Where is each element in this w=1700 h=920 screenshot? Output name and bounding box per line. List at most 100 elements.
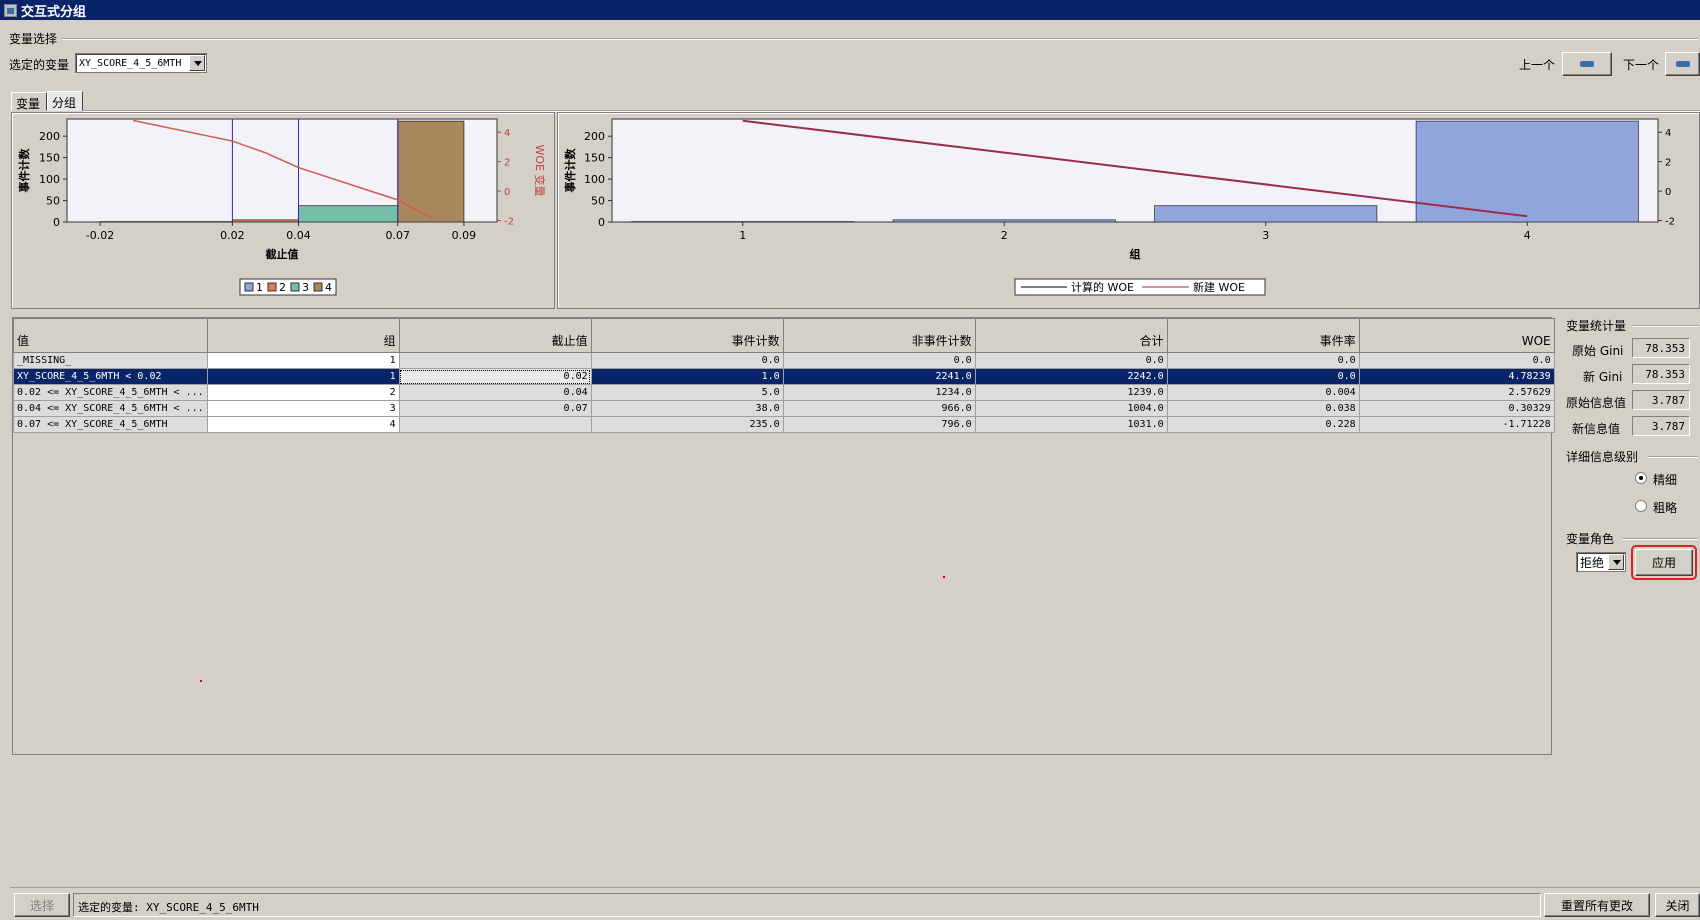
cell-event-rate: 0.004: [1166, 384, 1360, 401]
chevron-down-icon[interactable]: [189, 55, 205, 71]
cell-cutoff[interactable]: 0.02: [398, 368, 592, 385]
cell-group[interactable]: 4: [206, 416, 400, 433]
tab-grouping[interactable]: 分组: [47, 91, 83, 111]
status-bar: 选择 选定的变量: XY_SCORE_4_5_6MTH 重置所有更改 关闭: [0, 893, 1700, 920]
cell-cutoff[interactable]: 0.04: [398, 384, 592, 401]
x-tick-label: 1: [739, 229, 746, 242]
tab-variable-label: 变量: [16, 97, 41, 111]
cell-woe: -1.71228: [1358, 416, 1555, 433]
table-row[interactable]: 0.07 <= XY_SCORE_4_5_6MTH 4 235.0 796.0 …: [13, 416, 1555, 433]
x-tick-label: 0.02: [220, 229, 245, 242]
cell-group[interactable]: 1: [206, 368, 400, 385]
col-header-woe[interactable]: WOE: [1358, 318, 1555, 353]
status-selected-variable: 选定的变量: XY_SCORE_4_5_6MTH: [78, 901, 259, 914]
coarse-radio-label[interactable]: 粗略: [1653, 499, 1677, 516]
cell-group[interactable]: 3: [206, 400, 400, 417]
col-header-group[interactable]: 组: [206, 318, 400, 353]
apply-button-label: 应用: [1651, 556, 1676, 570]
x-tick-label: 2: [1001, 229, 1008, 242]
legend-swatch: [313, 282, 323, 292]
cell-value[interactable]: 0.04 <= XY_SCORE_4_5_6MTH < ...: [13, 400, 208, 417]
col-header-value[interactable]: 值: [13, 318, 208, 353]
coarse-radio[interactable]: [1635, 500, 1647, 512]
close-button[interactable]: 关闭: [1655, 893, 1700, 917]
x-axis-label: 截止值: [266, 247, 299, 261]
table-row[interactable]: _MISSING_ 1 0.0 0.0 0.0 0.0 0.0: [13, 352, 1555, 369]
y-tick-label: 200: [584, 130, 605, 143]
x-tick-label: 4: [1524, 229, 1531, 242]
red-dot-mark: [200, 680, 202, 682]
table-row-selected[interactable]: XY_SCORE_4_5_6MTH < 0.02 1 0.02 1.0 2241…: [13, 368, 1555, 385]
prev-button[interactable]: [1562, 52, 1612, 76]
cell-cutoff[interactable]: [398, 352, 592, 369]
fine-radio[interactable]: [1635, 472, 1647, 484]
x-tick-label: 3: [1262, 229, 1269, 242]
orig-iv-value: 3.787: [1632, 390, 1690, 410]
col-header-total[interactable]: 合计: [974, 318, 1168, 353]
cell-total: 2242.0: [974, 368, 1168, 385]
col-header-cutoff[interactable]: 截止值: [398, 318, 592, 353]
status-text-field: 选定的变量: XY_SCORE_4_5_6MTH: [73, 893, 1541, 917]
col-header-nonevent-count[interactable]: 非事件计数: [782, 318, 976, 353]
cell-value[interactable]: 0.07 <= XY_SCORE_4_5_6MTH: [13, 416, 208, 433]
table-row[interactable]: 0.04 <= XY_SCORE_4_5_6MTH < ... 3 0.07 3…: [13, 400, 1555, 417]
orig-iv-label: 原始信息值: [1566, 396, 1627, 410]
reset-all-button[interactable]: 重置所有更改: [1544, 893, 1650, 917]
cell-group[interactable]: 1: [206, 352, 400, 369]
y2-tick-label: -2: [1665, 217, 1675, 228]
legend-label: 计算的 WOE: [1071, 280, 1134, 294]
legend-label: 2: [279, 281, 286, 294]
role-select[interactable]: 拒绝: [1576, 552, 1626, 572]
legend-swatch: [244, 282, 254, 292]
y-tick-label: 100: [39, 173, 60, 186]
cell-nonevent-count: 0.0: [782, 352, 976, 369]
next-button[interactable]: [1665, 52, 1700, 76]
tab-grouping-label: 分组: [52, 96, 77, 110]
legend-label: 3: [302, 281, 309, 294]
group-chart: 0 50 100 150 200 -2 0 2 4 1 2 3 4 组 事件计数计算的 WOE 新建 WOE: [563, 118, 1675, 296]
legend-swatch: [290, 282, 300, 292]
y-axis-label: 事件计数: [563, 148, 577, 193]
cell-value[interactable]: 0.02 <= XY_SCORE_4_5_6MTH < ...: [13, 384, 208, 401]
variable-select[interactable]: XY_SCORE_4_5_6MTH: [75, 53, 207, 73]
tab-variable[interactable]: 变量: [11, 92, 47, 111]
lower-empty-area: [10, 755, 1700, 888]
cell-event-rate: 0.0: [1166, 368, 1360, 385]
col-header-event-count[interactable]: 事件计数: [590, 318, 784, 353]
y-tick-label: 50: [46, 195, 60, 208]
next-label: 下一个: [1623, 58, 1660, 72]
cell-event-count: 235.0: [590, 416, 784, 433]
chevron-down-icon[interactable]: [1608, 554, 1624, 570]
cell-cutoff[interactable]: [398, 416, 592, 433]
cell-value[interactable]: XY_SCORE_4_5_6MTH < 0.02: [13, 368, 208, 385]
y-tick-label: 200: [39, 130, 60, 143]
new-gini-label: 新 Gini: [1583, 370, 1623, 384]
title-bar: 交互式分组: [0, 0, 1700, 20]
x-tick-label: 0.09: [452, 229, 477, 242]
cutoff-chart[interactable]: 0 50 100 150 200 -2 0 2 4 -0.02 0.02 0.04 0.07 0.09 截止…: [12, 113, 554, 308]
table-row[interactable]: 0.02 <= XY_SCORE_4_5_6MTH < ... 2 0.04 5…: [13, 384, 1555, 401]
detail-section-label: 详细信息级别: [1566, 450, 1639, 464]
cell-value[interactable]: _MISSING_: [13, 352, 208, 369]
window-title: 交互式分组: [21, 4, 87, 20]
cell-total: 0.0: [974, 352, 1168, 369]
cell-group[interactable]: 2: [206, 384, 400, 401]
close-button-label: 关闭: [1665, 898, 1690, 913]
select-button[interactable]: 选择: [14, 893, 70, 917]
stats-divider: [1632, 325, 1698, 327]
red-dot-mark: [943, 576, 945, 578]
cell-cutoff[interactable]: 0.07: [398, 400, 592, 417]
cell-event-count: 0.0: [590, 352, 784, 369]
cell-nonevent-count: 966.0: [782, 400, 976, 417]
cell-woe: 2.57629: [1358, 384, 1555, 401]
group-bar-3: [1154, 205, 1378, 223]
cell-nonevent-count: 1234.0: [782, 384, 976, 401]
col-header-event-rate[interactable]: 事件率: [1166, 318, 1360, 353]
cell-event-rate: 0.038: [1166, 400, 1360, 417]
apply-button[interactable]: 应用: [1631, 545, 1697, 580]
fine-radio-label[interactable]: 精细: [1653, 471, 1677, 488]
histogram-bar-group-2: [231, 219, 299, 223]
new-iv-label: 新信息值: [1572, 422, 1621, 436]
cell-event-count: 1.0: [590, 368, 784, 385]
y2-tick-label: 2: [1665, 158, 1671, 169]
